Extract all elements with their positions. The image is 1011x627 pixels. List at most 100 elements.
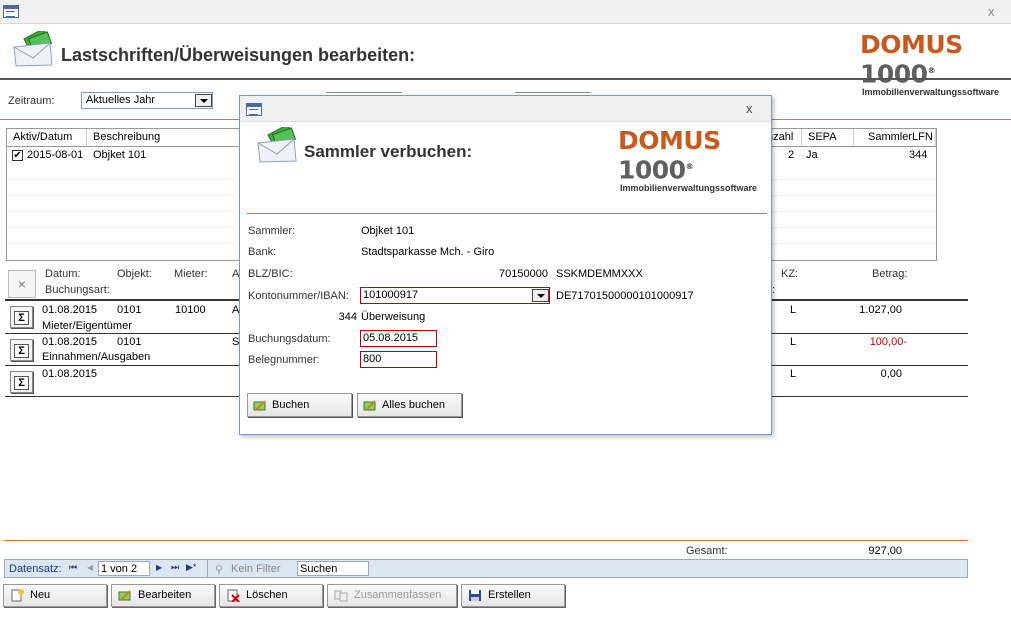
gesamt-value: 927,00	[868, 545, 902, 557]
blz-label: BLZ/BIC:	[248, 268, 293, 280]
loeschen-label: Löschen	[246, 589, 288, 601]
chevron-down-icon[interactable]	[195, 94, 212, 107]
logo-text-domus: DOMUS	[860, 30, 963, 59]
detail-objekt: 0101	[117, 336, 142, 348]
edit-icon	[253, 400, 266, 411]
logo-text-1000: 1000	[618, 155, 686, 185]
filter-icon[interactable]: ⚲	[215, 563, 223, 576]
sigma-glyph: Σ	[14, 344, 29, 358]
detail-mieter: 10100	[175, 304, 206, 316]
row-beschreibung: Objket 101	[93, 149, 147, 161]
prev-record-icon[interactable]: ◀	[87, 563, 93, 572]
sigma-glyph: Σ	[14, 376, 29, 390]
detail-header-kz: KZ:	[781, 268, 799, 280]
sigma-icon[interactable]: Σ	[10, 371, 33, 393]
search-input[interactable]: Suchen	[297, 561, 369, 576]
belegnummer-value: 800	[363, 353, 382, 365]
record-position: 1 von 2	[101, 563, 138, 575]
logo-registered: ®	[927, 66, 936, 75]
page-title: Lastschriften/Überweisungen bearbeiten:	[61, 45, 416, 65]
dialog-titlebar: x	[240, 96, 771, 122]
logo-subtitle: Immobilienverwaltungssoftware	[862, 87, 1000, 98]
logo-text-1000: 1000	[860, 59, 928, 89]
form-icon	[246, 103, 262, 116]
row-datum: 2015-08-01	[27, 149, 84, 161]
header-divider	[0, 78, 1011, 80]
first-record-icon[interactable]: ⏮	[69, 562, 77, 573]
buchungsdatum-input[interactable]: 05.08.2015	[360, 330, 437, 347]
envelope-money-icon	[13, 31, 53, 67]
detail-datum: 01.08.2015	[42, 368, 98, 380]
row-anzahl: 2	[788, 149, 795, 161]
record-position-input[interactable]: 1 von 2	[98, 561, 150, 576]
zeitraum-select[interactable]: Aktuelles Jahr	[81, 92, 213, 109]
detail-art: Mieter/Eigentümer	[42, 320, 132, 332]
sigma-icon[interactable]: Σ	[10, 306, 33, 328]
detail-objekt: 0101	[117, 304, 142, 316]
blz-value: 70150000	[499, 268, 548, 280]
neu-label: Neu	[30, 589, 51, 601]
last-record-icon[interactable]: ⏭	[171, 562, 179, 573]
dialog-close-button[interactable]: x	[746, 101, 753, 116]
bearbeiten-label: Bearbeiten	[138, 589, 192, 601]
zusammenfassen-button[interactable]: Zusammenfassen	[327, 584, 457, 607]
logo-subtitle: Immobilienverwaltungssoftware	[620, 183, 758, 194]
detail-betrag: 0,00	[880, 368, 902, 380]
window-close-button[interactable]: x	[988, 4, 995, 19]
alles-buchen-button[interactable]: Alles buchen	[357, 393, 462, 417]
alles-buchen-label: Alles buchen	[382, 399, 445, 411]
col-header-lfn[interactable]: SammlerLFN	[854, 129, 936, 146]
col-header-aktiv[interactable]: Aktiv/Datum	[7, 129, 87, 146]
window-titlebar: x	[0, 0, 1011, 24]
envelope-money-icon	[257, 127, 297, 163]
sammler-label: Sammler:	[248, 225, 296, 237]
sammler-lfn: 344	[338, 311, 357, 323]
row-lfn: 344	[909, 149, 928, 161]
detail-header-colon: :	[772, 284, 776, 296]
filter-toggle[interactable]: Kein Filter	[231, 563, 281, 575]
buchungsdatum-value: 05.08.2015	[363, 332, 419, 344]
iban-value: DE71701500000101000917	[556, 290, 694, 302]
loeschen-button[interactable]: Löschen	[219, 584, 323, 607]
erstellen-label: Erstellen	[488, 589, 531, 601]
record-navigator: Datensatz: ⏮ ◀ 1 von 2 ▶ ⏭ ▶* ⚲ Kein Fil…	[4, 559, 968, 578]
merge-icon	[334, 590, 348, 602]
save-icon	[469, 590, 481, 601]
konto-label: Kontonummer/IBAN:	[248, 290, 349, 302]
detail-kz: L	[790, 304, 797, 316]
konto-value: 101000917	[363, 289, 419, 301]
buchungsdatum-label: Buchungsdatum:	[248, 333, 331, 345]
new-record-icon	[11, 589, 24, 602]
detail-header-betrag: Betrag:	[872, 268, 908, 280]
sammler-value: Objket 101	[361, 225, 415, 237]
konto-select[interactable]: 101000917	[360, 287, 550, 304]
col-header-sepa[interactable]: SEPA	[802, 129, 854, 146]
next-record-icon[interactable]: ▶	[156, 563, 162, 572]
dialog-title: Sammler verbuchen:	[304, 142, 473, 161]
neu-button[interactable]: Neu	[3, 584, 107, 607]
col-header-anzahl[interactable]: nzahl	[767, 129, 802, 146]
detail-kz: L	[790, 336, 797, 348]
zeitraum-label: Zeitraum:	[8, 95, 55, 107]
domus-logo: DOMUS 1000® Immobilienverwaltungssoftwar…	[618, 126, 768, 194]
clear-icon[interactable]: ×	[8, 270, 36, 298]
detail-datum: 01.08.2015	[42, 304, 98, 316]
row-sepa: Ja	[806, 149, 818, 161]
new-record-icon[interactable]: ▶*	[186, 562, 196, 573]
chevron-down-icon[interactable]	[532, 289, 549, 302]
buchen-label: Buchen	[272, 399, 310, 411]
gesamt-label: Gesamt:	[686, 545, 728, 557]
bank-label: Bank:	[248, 246, 277, 258]
edit-icon	[363, 400, 376, 411]
bearbeiten-button[interactable]: Bearbeiten	[111, 584, 215, 607]
form-icon	[3, 5, 19, 18]
logo-text-domus: DOMUS	[618, 126, 721, 155]
bic-value: SSKMDEMMXXX	[556, 268, 643, 280]
detail-header-datum: Datum:	[45, 268, 81, 280]
erstellen-button[interactable]: Erstellen	[461, 584, 565, 607]
sigma-icon[interactable]: Σ	[10, 339, 33, 361]
checkmark-icon[interactable]: ✔	[12, 150, 23, 161]
detail-datum: 01.08.2015	[42, 336, 98, 348]
belegnummer-input[interactable]: 800	[360, 351, 437, 368]
buchen-button[interactable]: Buchen	[247, 393, 352, 417]
